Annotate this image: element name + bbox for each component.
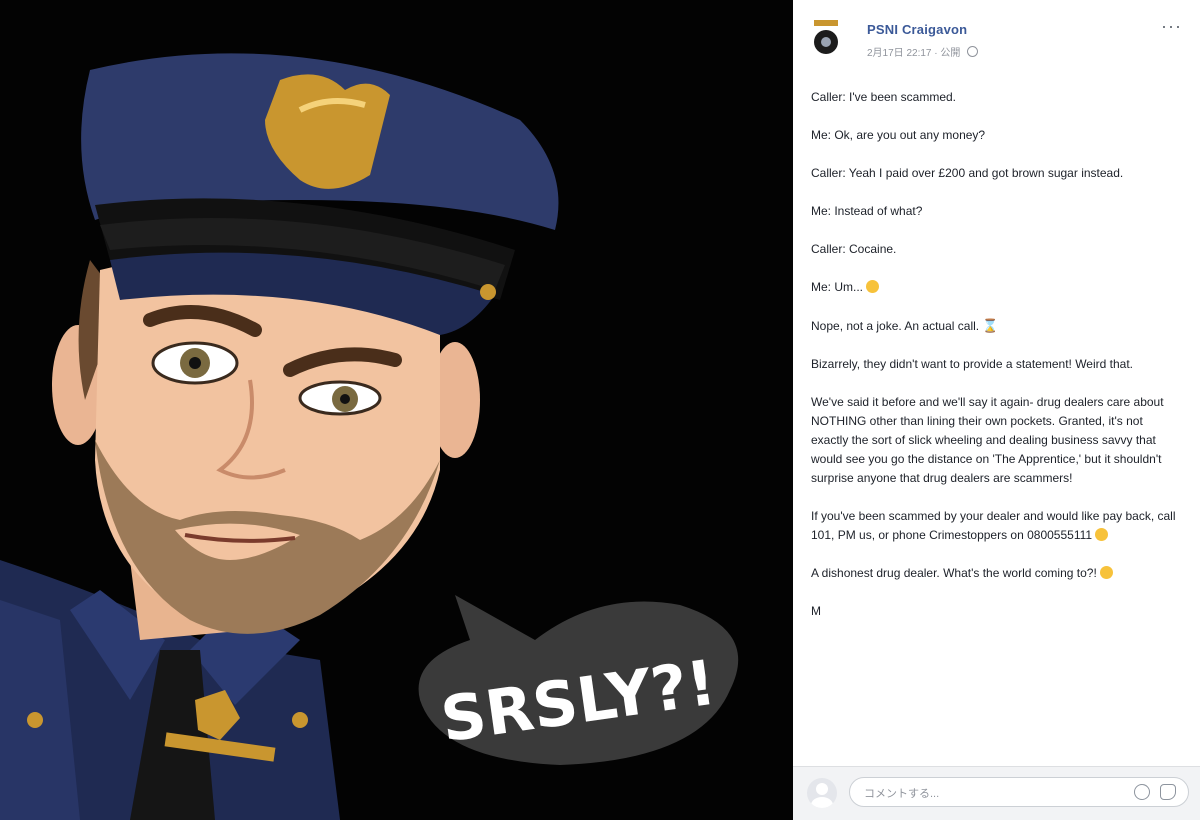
emoji-icon [866, 280, 880, 293]
page-avatar[interactable] [809, 16, 843, 60]
police-officer-cartoon: SRSLY?! [0, 53, 739, 820]
post-meta-text: 2月17日 22:17 · 公開 [867, 48, 961, 59]
post-header: PSNI Craigavon 2月17日 22:17 · 公開 ··· [793, 0, 1200, 78]
post-paragraph: Me: Ok, are you out any money? [811, 128, 986, 142]
page-name-link[interactable]: PSNI Craigavon [867, 22, 967, 37]
post-paragraph: A dishonest drug dealer. What's the worl… [811, 566, 1097, 580]
post-timestamp[interactable]: 2月17日 22:17 · 公開 [867, 44, 979, 59]
sticker-icon[interactable] [1160, 784, 1176, 800]
globe-icon [967, 46, 979, 57]
comment-input[interactable]: コメントする... [849, 777, 1189, 807]
post-paragraph: Caller: Cocaine. [811, 242, 897, 256]
post-image[interactable]: SRSLY?! [0, 0, 793, 820]
post-paragraph: Caller: I've been scammed. [811, 90, 957, 104]
comment-placeholder: コメントする... [864, 788, 940, 800]
post-paragraph: If you've been scammed by your dealer an… [811, 509, 1176, 542]
post-signature: M [811, 604, 821, 618]
post-paragraph: Bizarrely, they didn't want to provide a… [811, 357, 1134, 371]
post-paragraph: Me: Instead of what? [811, 204, 923, 218]
user-avatar-icon [807, 778, 837, 808]
post-paragraph-with-emoji: Nope, not a joke. An actual call. ⌛ [811, 316, 1183, 336]
post-panel: PSNI Craigavon 2月17日 22:17 · 公開 ··· Call… [793, 0, 1200, 820]
comment-bar: コメントする... [793, 766, 1200, 820]
post-paragraph: Caller: Yeah I paid over £200 and got br… [811, 166, 1124, 180]
post-paragraph: Me: Um... [811, 280, 864, 294]
post-paragraph-with-emoji: If you've been scammed by your dealer an… [811, 507, 1183, 545]
post-text: Caller: I've been scammed. Me: Ok, are y… [811, 88, 1183, 640]
hourglass-icon: ⌛ [982, 318, 999, 333]
police-crest-icon [814, 20, 838, 54]
emoji-icon[interactable] [1134, 784, 1150, 800]
post-paragraph: We've said it before and we'll say it ag… [811, 395, 1164, 485]
more-options-icon[interactable]: ··· [1161, 16, 1182, 37]
post-paragraph-with-emoji: A dishonest drug dealer. What's the worl… [811, 564, 1183, 583]
post-paragraph: Nope, not a joke. An actual call. [811, 319, 980, 333]
post-paragraph-with-emoji: Me: Um... [811, 278, 1183, 297]
emoji-icon [1099, 566, 1113, 579]
emoji-icon [1095, 528, 1109, 541]
